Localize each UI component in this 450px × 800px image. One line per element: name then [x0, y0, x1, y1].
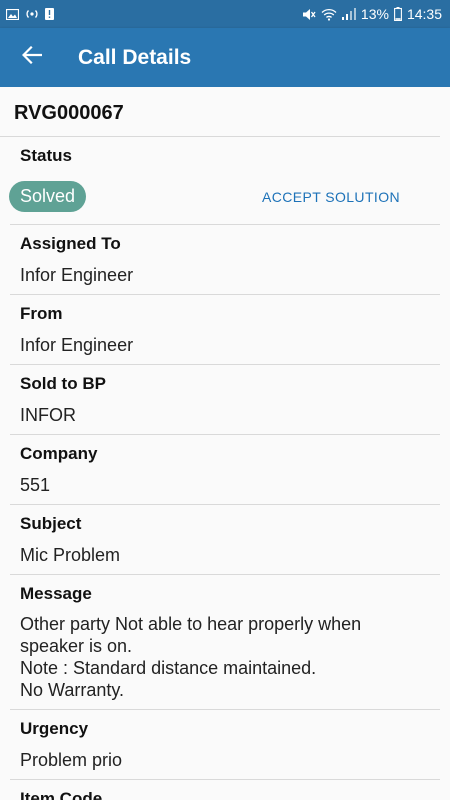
field-label: Urgency	[20, 719, 89, 738]
status-badge: Solved	[9, 181, 87, 212]
status-row: Solved ACCEPT SOLUTION	[9, 181, 430, 212]
field-subject: Subject Mic Problem	[10, 505, 440, 575]
signal-icon	[341, 8, 356, 20]
clock: 14:35	[406, 6, 442, 22]
field-label: From	[20, 304, 63, 323]
field-label: Company	[20, 444, 98, 463]
arrow-left-icon	[21, 45, 43, 69]
accept-solution-button[interactable]: ACCEPT SOLUTION	[262, 189, 430, 205]
mute-icon	[302, 8, 316, 21]
field-urgency: Urgency Problem prio	[10, 710, 440, 780]
battery-icon	[394, 7, 402, 21]
status-section: Status Solved ACCEPT SOLUTION	[9, 137, 440, 225]
status-bar: 13% 14:35	[0, 0, 450, 28]
wifi-icon	[321, 8, 337, 21]
field-value: Other party Not able to hear properly wh…	[20, 614, 362, 700]
field-from: From Infor Engineer	[10, 295, 440, 365]
field-label: Message	[20, 584, 92, 603]
call-id: RVG000067	[0, 87, 440, 137]
field-value: INFOR	[20, 405, 76, 425]
field-label: Item Code	[20, 789, 103, 800]
status-label: Status	[20, 146, 72, 165]
field-assigned-to: Assigned To Infor Engineer	[10, 225, 440, 295]
back-button[interactable]	[0, 28, 64, 87]
page-title: Call Details	[78, 45, 192, 69]
field-value: Problem prio	[20, 750, 123, 770]
field-value: Infor Engineer	[20, 265, 134, 285]
field-value: 551	[20, 475, 51, 495]
alert-icon	[45, 8, 54, 20]
field-label: Subject	[20, 514, 82, 533]
wifi-hotspot-icon	[25, 8, 39, 20]
field-label: Sold to BP	[20, 374, 106, 393]
call-details-content: RVG000067 Status Solved ACCEPT SOLUTION …	[0, 87, 450, 800]
field-value: Mic Problem	[20, 545, 121, 565]
battery-percent: 13%	[360, 6, 389, 22]
field-value: Infor Engineer	[20, 335, 134, 355]
app-bar: Call Details	[0, 28, 450, 87]
field-company: Company 551	[10, 435, 440, 505]
image-icon	[6, 8, 19, 20]
status-bar-left	[6, 8, 54, 20]
field-message: Message Other party Not able to hear pro…	[10, 575, 440, 710]
field-label: Assigned To	[20, 234, 121, 253]
status-bar-right: 13% 14:35	[302, 6, 442, 22]
field-sold-to-bp: Sold to BP INFOR	[10, 365, 440, 435]
field-item-code: Item Code	[10, 780, 440, 800]
